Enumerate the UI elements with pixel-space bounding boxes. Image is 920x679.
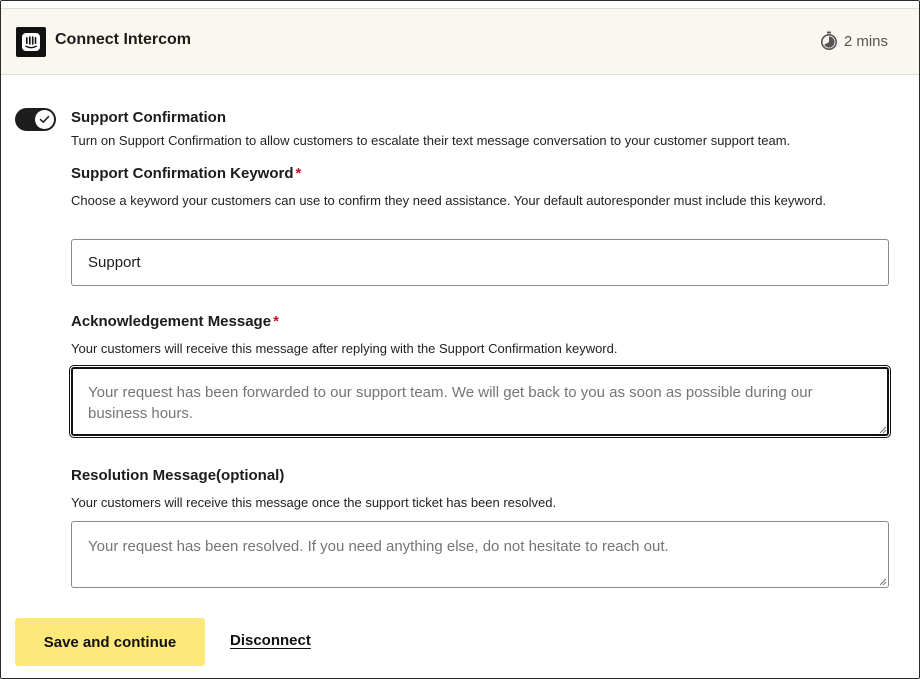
support-confirmation-toggle[interactable] [15,108,56,131]
required-mark: * [273,313,279,330]
intercom-logo-icon [16,27,46,57]
resolution-message-field[interactable] [71,521,889,588]
keyword-input[interactable] [71,239,889,286]
save-and-continue-button[interactable]: Save and continue [15,618,205,666]
stopwatch-icon [820,31,838,51]
page-title: Connect Intercom [55,31,192,48]
acknowledgement-label: Acknowledgement Message * [71,313,279,330]
resize-handle-icon[interactable] [879,578,887,586]
toggle-knob [35,110,54,129]
resize-handle-icon[interactable] [879,426,887,434]
resolution-description: Your customers will receive this message… [71,495,557,510]
connect-intercom-panel: Connect Intercom 2 mins Support Confirma… [0,0,920,679]
acknowledgement-label-text: Acknowledgement Message [71,313,272,330]
keyword-label-text: Support Confirmation Keyword [71,165,294,182]
disconnect-link[interactable]: Disconnect [230,632,311,649]
check-icon [39,115,50,123]
acknowledgement-description: Your customers will receive this message… [71,341,618,356]
panel-header: Connect Intercom 2 mins [1,9,919,75]
keyword-label: Support Confirmation Keyword * [71,165,301,182]
top-divider [1,1,919,9]
resolution-label: Resolution Message(optional) [71,467,285,484]
duration-text: 2 mins [843,32,888,50]
support-confirmation-description: Turn on Support Confirmation to allow cu… [71,133,791,148]
support-confirmation-label: Support Confirmation [71,109,226,126]
keyword-description: Choose a keyword your customers can use … [71,193,827,208]
duration-badge: 2 mins [820,31,888,51]
acknowledgement-message-field[interactable] [69,365,891,438]
required-mark: * [295,165,302,182]
